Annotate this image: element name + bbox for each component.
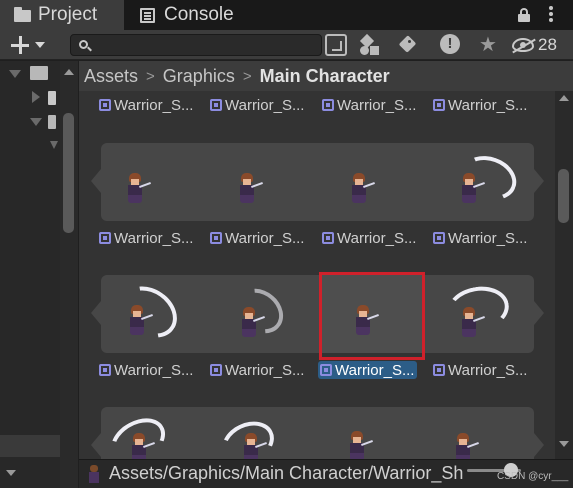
tree-scrollbar[interactable] (60, 61, 78, 488)
sprite-icon (99, 232, 111, 244)
tab-console[interactable]: Console (128, 0, 258, 30)
chevron-down-icon (35, 42, 45, 48)
sprite-thumbnail[interactable] (237, 429, 267, 459)
filter-by-type-icon[interactable] (358, 33, 382, 56)
expand-arrow-icon[interactable] (50, 141, 58, 149)
sprite-icon (87, 465, 101, 483)
breadcrumb-separator: > (146, 67, 155, 85)
scroll-up-icon[interactable] (559, 95, 569, 101)
project-toolbar: ★ 28 (0, 30, 573, 60)
folder-icon[interactable] (48, 115, 56, 129)
search-icon (79, 40, 88, 49)
tab-project[interactable]: Project (0, 0, 124, 30)
folder-tree (0, 61, 78, 488)
sprite-icon (433, 364, 445, 376)
tab-bar: Project Console (0, 0, 573, 30)
search-by-scene-icon[interactable] (325, 34, 347, 56)
sprite-thumbnail[interactable] (345, 169, 375, 205)
search-input[interactable] (95, 36, 315, 54)
asset-label[interactable]: Warrior_S... (99, 361, 193, 379)
grid-scroll-thumb[interactable] (558, 169, 569, 223)
sprite-thumbnail[interactable] (449, 429, 479, 459)
asset-label[interactable]: Warrior_S... (210, 229, 304, 247)
asset-label[interactable]: Warrior_S... (433, 229, 527, 247)
asset-label[interactable]: Warrior_S... (99, 96, 193, 114)
sprite-icon (99, 99, 111, 111)
search-box[interactable] (70, 34, 322, 56)
console-icon (140, 7, 158, 23)
filter-by-log-icon[interactable] (439, 34, 463, 56)
breadcrumb-assets[interactable]: Assets (84, 66, 138, 87)
folder-icon[interactable] (30, 66, 48, 80)
create-asset-button[interactable] (6, 32, 50, 58)
tree-item-selected[interactable] (0, 435, 60, 457)
folder-icon (14, 7, 32, 23)
sprite-icon (322, 99, 334, 111)
sprite-icon (210, 364, 222, 376)
breadcrumb-separator: > (242, 67, 252, 85)
breadcrumb: Assets > Graphics > Main Character (79, 61, 573, 91)
asset-label-selected[interactable]: Warrior_S... (318, 361, 418, 379)
lock-icon[interactable] (518, 8, 530, 22)
scroll-up-icon[interactable] (64, 69, 74, 75)
sprite-thumbnail[interactable] (121, 169, 151, 205)
tree-scroll-thumb[interactable] (63, 113, 74, 233)
sprite-icon (210, 232, 222, 244)
folder-icon[interactable] (48, 91, 56, 105)
asset-label[interactable]: Warrior_S... (322, 96, 416, 114)
asset-label[interactable]: Warrior_S... (433, 96, 527, 114)
selected-asset-path: Assets/Graphics/Main Character/Warrior_S… (109, 463, 463, 483)
breadcrumb-graphics[interactable]: Graphics (163, 66, 235, 87)
tab-console-label: Console (164, 4, 234, 25)
sprite-icon (433, 99, 445, 111)
sprite-thumbnail[interactable] (233, 169, 263, 205)
asset-label[interactable]: Warrior_S... (433, 361, 527, 379)
favorites-star-icon[interactable]: ★ (476, 34, 500, 56)
sprite-icon (99, 364, 111, 376)
expand-arrow-icon[interactable] (9, 70, 21, 78)
sprite-icon (210, 99, 222, 111)
sprite-icon (433, 232, 445, 244)
watermark: CSDN @cyr___ (497, 471, 569, 482)
sprite-thumbnail[interactable] (455, 303, 485, 339)
hidden-packages-count: 28 (538, 35, 557, 54)
status-bar: Assets/Graphics/Main Character/Warrior_S… (79, 459, 573, 488)
asset-label[interactable]: Warrior_S... (322, 229, 416, 247)
more-options-icon[interactable] (548, 5, 554, 25)
sprite-thumbnail[interactable] (123, 301, 153, 337)
sprite-thumbnail[interactable] (455, 169, 485, 205)
filter-by-label-icon[interactable] (398, 34, 422, 56)
scroll-down-icon[interactable] (6, 470, 16, 476)
sprite-thumbnail[interactable] (125, 429, 155, 459)
sprite-icon (320, 364, 332, 376)
sprite-thumbnail[interactable] (235, 303, 265, 339)
asset-label[interactable]: Warrior_S... (210, 96, 304, 114)
expand-arrow-icon[interactable] (30, 118, 42, 126)
sprite-icon (322, 232, 334, 244)
highlight-box (319, 272, 425, 360)
tab-project-label: Project (38, 4, 98, 25)
breadcrumb-main-character[interactable]: Main Character (260, 66, 390, 87)
collapse-arrow-icon[interactable] (32, 91, 40, 103)
grid-scrollbar[interactable] (555, 91, 573, 459)
asset-label[interactable]: Warrior_S... (210, 361, 304, 379)
asset-grid: Warrior_S... Warrior_S... Warrior_S... W… (79, 91, 555, 459)
sprite-thumbnail[interactable] (343, 427, 373, 459)
plus-icon (10, 35, 30, 55)
asset-label[interactable]: Warrior_S... (99, 229, 193, 247)
scroll-down-icon[interactable] (559, 441, 569, 447)
hidden-packages-toggle[interactable]: 28 (512, 34, 568, 56)
eye-slash-icon (512, 38, 534, 52)
